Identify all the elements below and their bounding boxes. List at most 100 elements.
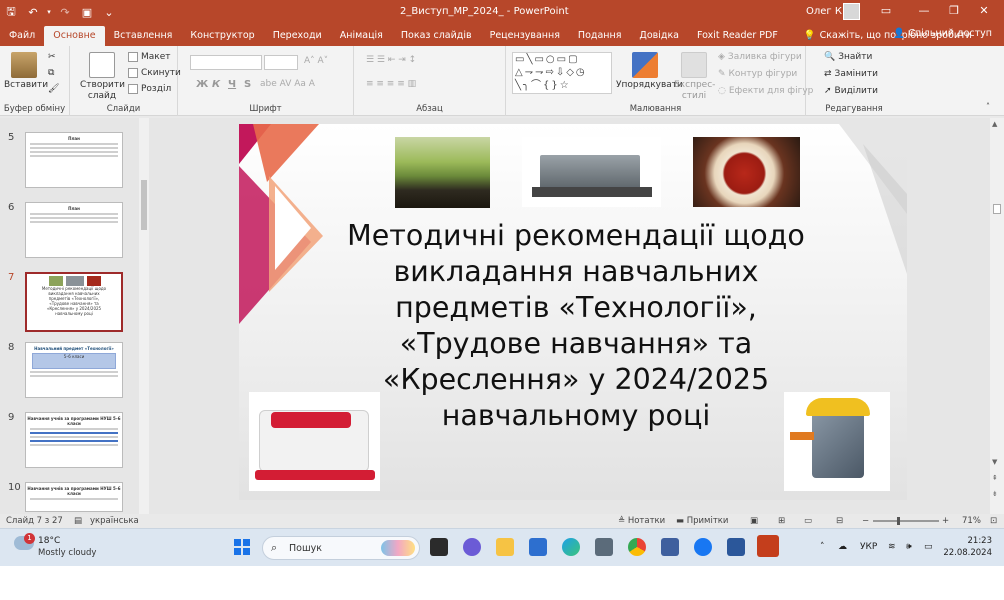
store-icon[interactable]	[529, 538, 547, 556]
save-icon[interactable]: 🖫	[0, 0, 22, 24]
tab-review[interactable]: Рецензування	[481, 26, 569, 46]
close-button[interactable]: ✕	[970, 4, 998, 17]
shape-fill-button[interactable]: ◈ Заливка фігури	[718, 52, 802, 62]
section-button[interactable]: Розділ	[128, 84, 171, 94]
zoom-slider-knob[interactable]	[897, 517, 900, 525]
bold-button[interactable]: Ж	[196, 79, 208, 90]
shape-outline-button[interactable]: ✎ Контур фігури	[718, 69, 797, 79]
next-slide-icon[interactable]: ⇟	[992, 490, 998, 498]
font-color-icon[interactable]: abe AV Aa A	[260, 79, 315, 89]
reset-button[interactable]: Скинути	[128, 68, 181, 78]
paste-button[interactable]: Вставити	[4, 52, 48, 91]
fit-to-window-icon[interactable]: ⊡	[990, 516, 997, 526]
thumbnail-scrollbar[interactable]	[139, 118, 149, 514]
slide-thumbnail-6[interactable]: План	[25, 202, 123, 258]
italic-button[interactable]: К	[212, 79, 220, 90]
slide-thumbnail-panel[interactable]: 5 План 6 План 7 Методичні рекомендації щ…	[0, 118, 150, 514]
reading-view-icon[interactable]: ▭	[804, 516, 812, 526]
share-button[interactable]: 👤 Спільний доступ	[893, 28, 992, 39]
shapes-gallery[interactable]: ▭╲▭○▭▢ △⇁⇁⇨⇩◇◷ ╲╮⌒{}☆	[512, 52, 612, 94]
powerpoint-icon[interactable]	[757, 535, 779, 557]
zoom-level[interactable]: 71%	[962, 516, 981, 526]
align-left-icon[interactable]: ≡ ≡ ≡ ≡ ▥	[366, 79, 416, 89]
tab-foxit-reader-pdf[interactable]: Foxit Reader PDF	[688, 26, 787, 46]
windows-start-icon[interactable]	[234, 539, 250, 555]
slideshow-icon[interactable]: ⊟	[836, 516, 843, 526]
collapse-ribbon-icon[interactable]: ˄	[986, 102, 990, 111]
shape-effects-button[interactable]: ◌ Ефекти для фігур	[718, 86, 813, 96]
microgreens-photo[interactable]	[395, 137, 490, 208]
notes-button[interactable]: ≜ Нотатки	[618, 516, 665, 526]
weather-text[interactable]: Mostly cloudy	[38, 548, 96, 558]
show-hidden-icons[interactable]: ˄	[820, 542, 825, 552]
language[interactable]: українська	[90, 516, 139, 526]
chrome-icon[interactable]	[628, 538, 646, 556]
layout-button[interactable]: Макет	[128, 52, 171, 62]
shadow-button[interactable]: S	[244, 79, 251, 90]
previous-slide-icon[interactable]: ⇞	[992, 474, 998, 482]
thumbnail-scrollbar-thumb[interactable]	[141, 180, 147, 230]
find-button[interactable]: 🔍 Знайти	[824, 52, 872, 62]
taskbar-search-input[interactable]: ⌕ Пошук	[262, 536, 420, 560]
undo-icon[interactable]: ↶	[22, 0, 44, 24]
cut-icon[interactable]: ✂	[48, 52, 56, 62]
photo-editor-icon[interactable]	[661, 538, 679, 556]
edge-icon[interactable]	[562, 538, 580, 556]
bullets-icon[interactable]: ☰ ☰ ⇤ ⇥ ↕	[366, 55, 416, 65]
undo-dropdown-icon[interactable]: ▾	[44, 0, 54, 24]
chat-icon[interactable]	[463, 538, 481, 556]
quick-styles-button[interactable]: Експрес- стилі	[674, 52, 715, 102]
customize-toolbar-icon[interactable]: ⌄	[98, 0, 120, 24]
main-slide[interactable]: Методичні рекомендації щодо викладання н…	[239, 124, 907, 500]
slide-thumbnail-8[interactable]: Навчальний предмет «Технології» 5–6 клас…	[25, 342, 123, 398]
task-view-icon[interactable]	[430, 538, 448, 556]
scroll-down-icon[interactable]: ▼	[992, 458, 997, 466]
zoom-slider[interactable]	[873, 520, 939, 522]
restore-button[interactable]: ❐	[940, 4, 968, 17]
copy-icon[interactable]: ⧉	[48, 68, 54, 78]
normal-view-icon[interactable]: ▣	[750, 516, 758, 526]
slide-thumbnail-7[interactable]: Методичні рекомендації щодо викладання н…	[25, 272, 123, 332]
facebook-icon[interactable]	[694, 538, 712, 556]
spellcheck-icon[interactable]: ▤	[74, 516, 82, 526]
volume-icon[interactable]: 🕪	[906, 542, 912, 552]
tab-slide-show[interactable]: Показ слайдів	[392, 26, 481, 46]
tab-insert[interactable]: Вставлення	[105, 26, 182, 46]
cloud-sync-icon[interactable]: ☁	[838, 542, 847, 552]
font-grow-icon[interactable]: A˄ A˅	[304, 56, 328, 66]
zoom-out-button[interactable]: −	[862, 516, 869, 526]
tab-transitions[interactable]: Переходи	[264, 26, 331, 46]
tab-file[interactable]: Файл	[0, 26, 44, 46]
file-explorer-icon[interactable]	[496, 538, 514, 556]
minimize-button[interactable]: —	[910, 4, 938, 17]
tab-help[interactable]: Довідка	[630, 26, 688, 46]
borscht-photo[interactable]	[693, 137, 800, 207]
input-language[interactable]: УКР	[860, 542, 877, 552]
font-name-input[interactable]	[190, 55, 262, 70]
temperature[interactable]: 18°C	[38, 536, 60, 546]
slide-thumbnail-5[interactable]: План	[25, 132, 123, 188]
sewing-machine-photo[interactable]	[249, 392, 380, 491]
battery-icon[interactable]: ▭	[924, 542, 933, 552]
slide-sorter-icon[interactable]: ⊞	[778, 516, 785, 526]
system-clock[interactable]: 21:23 22.08.2024	[942, 535, 992, 559]
avatar[interactable]	[843, 3, 860, 20]
tab-animations[interactable]: Анімація	[331, 26, 392, 46]
slide-scrollbar[interactable]: ▲ ▼ ⇞ ⇟	[990, 118, 1004, 514]
redo-icon[interactable]: ↷	[54, 0, 76, 24]
calculator-icon[interactable]	[595, 538, 613, 556]
font-size-input[interactable]	[264, 55, 298, 70]
slide-thumbnail-9[interactable]: Навчання учнів за програмами НУШ 5–6 кла…	[25, 412, 123, 468]
slide-scrollbar-thumb[interactable]	[993, 204, 1001, 214]
wifi-icon[interactable]: ≋	[888, 542, 896, 552]
tab-home[interactable]: Основне	[44, 26, 105, 46]
word-icon[interactable]	[727, 538, 745, 556]
arrange-button[interactable]: Упорядкувати	[616, 52, 683, 91]
tab-view[interactable]: Подання	[569, 26, 630, 46]
replace-button[interactable]: ⇄ Замінити	[824, 69, 878, 79]
select-button[interactable]: ➚ Виділити	[824, 86, 878, 96]
format-painter-icon[interactable]: 🖌	[48, 84, 59, 94]
slide-title[interactable]: Методичні рекомендації щодо викладання н…	[329, 218, 823, 434]
comments-button[interactable]: ▬ Примітки	[676, 516, 728, 526]
tools-cartoon-image[interactable]	[784, 392, 890, 491]
